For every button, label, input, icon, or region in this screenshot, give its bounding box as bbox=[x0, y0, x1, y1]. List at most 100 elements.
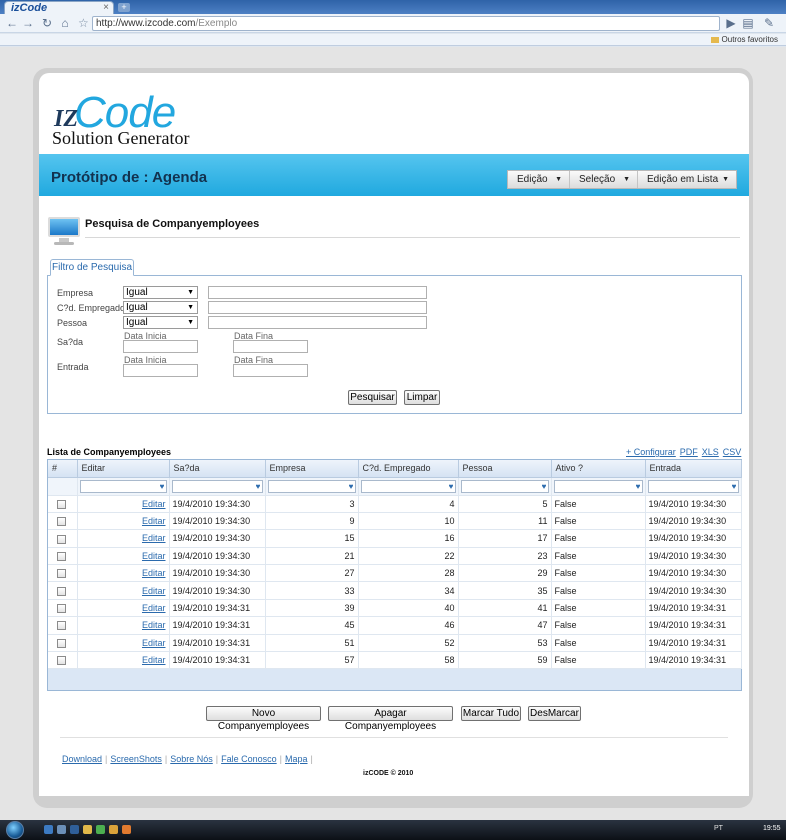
column-filter-input[interactable]: ♥ bbox=[647, 479, 739, 493]
quicklaunch-icon[interactable] bbox=[70, 825, 79, 834]
filter-icon[interactable]: ♥ bbox=[540, 481, 549, 492]
reload-icon[interactable]: ↻ bbox=[40, 16, 54, 30]
page-menu-icon[interactable]: ▤ bbox=[741, 16, 755, 30]
menu-selecao[interactable]: Seleção ▼ bbox=[570, 171, 638, 188]
pdf-link[interactable]: PDF bbox=[680, 447, 698, 457]
row-checkbox[interactable] bbox=[57, 656, 66, 666]
table-row[interactable]: Editar 19/4/2010 19:34:31 57 58 59 False 19/4/… bbox=[48, 651, 742, 670]
back-icon[interactable]: ← bbox=[5, 16, 19, 30]
row-checkbox[interactable] bbox=[57, 569, 66, 579]
edit-link[interactable]: Editar bbox=[77, 634, 170, 653]
tab-close-icon[interactable]: × bbox=[103, 2, 109, 14]
home-icon[interactable]: ⌂ bbox=[58, 16, 72, 30]
edit-link[interactable]: Editar bbox=[77, 547, 170, 566]
quicklaunch-icon[interactable] bbox=[57, 825, 66, 834]
edit-link[interactable]: Editar bbox=[77, 512, 170, 531]
marcar-tudo-button[interactable]: Marcar Tudo bbox=[461, 706, 521, 721]
go-icon[interactable]: ▶ bbox=[724, 16, 738, 30]
quicklaunch-icon[interactable] bbox=[122, 825, 131, 834]
limpar-button[interactable]: Limpar bbox=[404, 390, 440, 405]
cod-empregado-input[interactable] bbox=[208, 301, 427, 314]
footer-link-sobre[interactable]: Sobre Nós bbox=[170, 754, 213, 764]
column-filter-input[interactable]: ♥ bbox=[553, 479, 643, 493]
filter-icon[interactable]: ♥ bbox=[158, 481, 167, 492]
column-filter-input[interactable]: ♥ bbox=[360, 479, 456, 493]
desmarcar-button[interactable]: DesMarcar bbox=[528, 706, 581, 721]
filter-icon[interactable]: ♥ bbox=[347, 481, 356, 492]
edit-link[interactable]: Editar bbox=[77, 581, 170, 600]
row-checkbox[interactable] bbox=[57, 534, 66, 544]
row-checkbox[interactable] bbox=[57, 621, 66, 631]
column-filter-input[interactable]: ♥ bbox=[460, 479, 549, 493]
quicklaunch-icon[interactable] bbox=[83, 825, 92, 834]
column-header[interactable]: Ativo ? bbox=[551, 460, 646, 478]
column-header[interactable]: Sa?da bbox=[169, 460, 266, 478]
column-header[interactable]: Pessoa bbox=[458, 460, 552, 478]
row-checkbox[interactable] bbox=[57, 586, 66, 596]
apagar-button[interactable]: Apagar Companyemployees bbox=[328, 706, 453, 732]
address-bar[interactable]: http://www.izcode.com/Exemplo bbox=[92, 16, 720, 31]
new-tab-button[interactable]: + bbox=[118, 3, 130, 12]
other-bookmarks[interactable]: Outros favoritos bbox=[710, 34, 778, 46]
column-header[interactable]: Empresa bbox=[265, 460, 359, 478]
row-checkbox[interactable] bbox=[57, 638, 66, 648]
xls-link[interactable]: XLS bbox=[702, 447, 719, 457]
pessoa-input[interactable] bbox=[208, 316, 427, 329]
quicklaunch-icon[interactable] bbox=[96, 825, 105, 834]
table-row[interactable]: Editar 19/4/2010 19:34:31 45 46 47 False 19/4/… bbox=[48, 616, 742, 635]
column-filter-input[interactable]: ♥ bbox=[79, 479, 167, 493]
filter-icon[interactable]: ♥ bbox=[447, 481, 456, 492]
menu-edicao-lista[interactable]: Edição em Lista ▼ bbox=[638, 171, 736, 188]
edit-link[interactable]: Editar bbox=[77, 495, 170, 513]
table-row[interactable]: Editar 19/4/2010 19:34:31 39 40 41 False 19/4/… bbox=[48, 599, 742, 618]
forward-icon[interactable]: → bbox=[21, 16, 35, 30]
language-indicator[interactable]: PT bbox=[714, 825, 723, 832]
cod-empregado-operator-select[interactable]: Igual ▼ bbox=[123, 301, 198, 314]
row-checkbox[interactable] bbox=[57, 517, 66, 527]
edit-link[interactable]: Editar bbox=[77, 529, 170, 548]
edit-link[interactable]: Editar bbox=[77, 564, 170, 583]
filter-icon[interactable]: ♥ bbox=[730, 481, 739, 492]
table-row[interactable]: Editar 19/4/2010 19:34:30 15 16 17 False 19/4/… bbox=[48, 529, 742, 548]
footer-link-mapa[interactable]: Mapa bbox=[285, 754, 308, 764]
table-row[interactable]: Editar 19/4/2010 19:34:30 21 22 23 False 19/4/… bbox=[48, 547, 742, 566]
table-row[interactable]: Editar 19/4/2010 19:34:30 3 4 5 False 19/4/201… bbox=[48, 495, 742, 513]
filter-icon[interactable]: ♥ bbox=[634, 481, 643, 492]
saida-end-input[interactable] bbox=[233, 340, 308, 353]
pesquisar-button[interactable]: Pesquisar bbox=[348, 390, 397, 405]
table-row[interactable]: Editar 19/4/2010 19:34:30 27 28 29 False 19/4/… bbox=[48, 564, 742, 583]
column-filter-input[interactable]: ♥ bbox=[171, 479, 263, 493]
configurar-link[interactable]: + Configurar bbox=[626, 447, 676, 457]
browser-tab[interactable]: izCode × bbox=[4, 1, 114, 14]
empresa-operator-select[interactable]: Igual ▼ bbox=[123, 286, 198, 299]
pessoa-operator-select[interactable]: Igual ▼ bbox=[123, 316, 198, 329]
star-icon[interactable]: ☆ bbox=[78, 16, 89, 30]
menu-edicao[interactable]: Edição ▼ bbox=[508, 171, 570, 188]
table-row[interactable]: Editar 19/4/2010 19:34:30 33 34 35 False 19/4/… bbox=[48, 581, 742, 600]
saida-start-input[interactable] bbox=[123, 340, 198, 353]
column-header[interactable]: C?d. Empregado bbox=[358, 460, 459, 478]
start-orb-icon[interactable] bbox=[6, 821, 24, 839]
edit-link[interactable]: Editar bbox=[77, 599, 170, 618]
entrada-start-input[interactable] bbox=[123, 364, 198, 377]
filter-icon[interactable]: ♥ bbox=[254, 481, 263, 492]
quicklaunch-icon[interactable] bbox=[109, 825, 118, 834]
row-checkbox[interactable] bbox=[57, 604, 66, 614]
column-header[interactable]: Entrada bbox=[645, 460, 742, 478]
edit-link[interactable]: Editar bbox=[77, 616, 170, 635]
csv-link[interactable]: CSV bbox=[723, 447, 742, 457]
table-row[interactable]: Editar 19/4/2010 19:34:31 51 52 53 False 19/4/… bbox=[48, 634, 742, 653]
clock[interactable]: 19:55 bbox=[763, 825, 781, 832]
wrench-icon[interactable]: ✎ bbox=[762, 16, 776, 30]
footer-link-screenshots[interactable]: ScreenShots bbox=[110, 754, 162, 764]
table-row[interactable]: Editar 19/4/2010 19:34:30 9 10 11 False 19/4/2… bbox=[48, 512, 742, 531]
quicklaunch-icon[interactable] bbox=[44, 825, 53, 834]
entrada-end-input[interactable] bbox=[233, 364, 308, 377]
row-checkbox[interactable] bbox=[57, 499, 66, 509]
column-header[interactable]: Editar bbox=[77, 460, 170, 478]
footer-link-fale[interactable]: Fale Conosco bbox=[221, 754, 277, 764]
novo-button[interactable]: Novo Companyemployees bbox=[206, 706, 321, 732]
edit-link[interactable]: Editar bbox=[77, 651, 170, 670]
tab-filtro-pesquisa[interactable]: Filtro de Pesquisa bbox=[50, 259, 134, 276]
empresa-input[interactable] bbox=[208, 286, 427, 299]
